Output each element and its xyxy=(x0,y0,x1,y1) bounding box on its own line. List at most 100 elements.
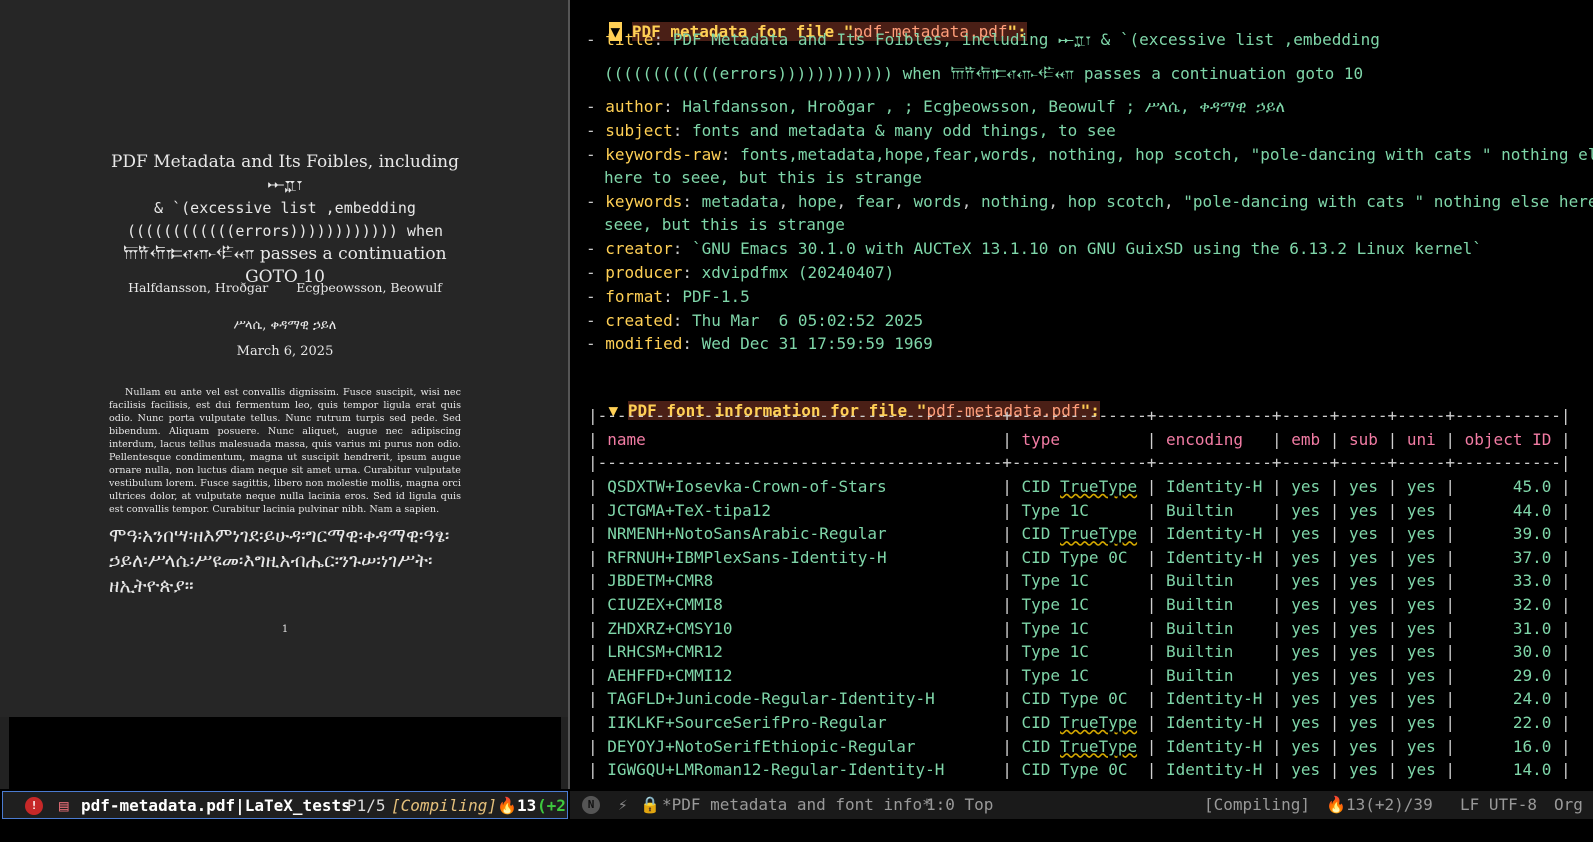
meta-key: keywords xyxy=(605,192,683,211)
major-mode: Org xyxy=(1554,795,1583,814)
font-table-row: | ZHDXRZ+CMSY10 | Type 1C | Builtin | ye… xyxy=(588,618,1571,638)
meta-key: format xyxy=(605,287,664,306)
font-cell-emb: yes xyxy=(1291,595,1321,614)
meta-value: fonts and metadata & many odd things, to… xyxy=(691,121,1116,140)
meta-value: PDF Metadata and Its Foibles, including … xyxy=(672,30,1380,49)
font-cell-object-id: 33.0 xyxy=(1512,571,1552,591)
font-cell-uni: yes xyxy=(1406,618,1436,638)
echo-area[interactable] xyxy=(0,819,1593,842)
font-cell-uni: yes xyxy=(1406,571,1436,591)
keyword-item: fear xyxy=(855,192,895,211)
error-badge-icon[interactable]: ! xyxy=(25,797,43,815)
meta-key: producer xyxy=(605,263,683,282)
compile-status: [Compiling] xyxy=(1204,795,1310,814)
font-cell-encoding: Identity-H xyxy=(1166,477,1263,496)
column-header: encoding xyxy=(1165,430,1244,449)
font-cell-encoding: Builtin xyxy=(1166,618,1234,638)
font-cell-uni: yes xyxy=(1406,547,1436,567)
meta-keywords-line: - keywords: metadata, hope, fear, words,… xyxy=(586,192,1593,211)
font-cell-emb: yes xyxy=(1291,571,1321,591)
column-header: name xyxy=(607,430,646,449)
font-table-row: | TAGFLD+Junicode-Regular-Identity-H | C… xyxy=(588,689,1571,709)
font-cell-encoding: Builtin xyxy=(1166,571,1234,591)
meta-value: here to seee, but this is strange xyxy=(604,168,922,187)
font-cell-type: CID TrueType xyxy=(1021,736,1138,756)
font-cell-emb: yes xyxy=(1291,524,1321,544)
font-cell-object-id: 39.0 xyxy=(1512,524,1552,544)
font-cell-type: CID Type 0C xyxy=(1021,689,1128,709)
font-cell-emb: yes xyxy=(1291,689,1321,709)
pdf-title-line: passes a continuation xyxy=(259,244,447,264)
font-cell-type: Type 1C xyxy=(1021,500,1089,520)
lock-icon: 🔒 xyxy=(640,795,660,814)
meta-created-line: - created: Thu Mar 6 05:02:52 2025 xyxy=(586,311,924,330)
font-cell-name: CIUZEX+CMMI8 xyxy=(607,595,723,614)
compile-status: [Compiling] xyxy=(391,796,497,815)
font-cell-name: RFRNUH+IBMPlexSans-Identity-H xyxy=(607,547,887,567)
org-buffer[interactable]: ▼ PDF metadata for file "pdf-metadata.pd… xyxy=(570,0,1593,789)
font-cell-name: JCTGMA+TeX-tipa12 xyxy=(607,500,772,520)
font-cell-name: TAGFLD+Junicode-Regular-Identity-H xyxy=(607,689,935,709)
font-cell-object-id: 32.0 xyxy=(1512,595,1552,614)
font-cell-sub: yes xyxy=(1349,713,1378,732)
font-table-row: | RFRNUH+IBMPlexSans-Identity-H | CID Ty… xyxy=(588,547,1571,567)
meta-value: passes a continuation goto 10 xyxy=(1083,64,1364,83)
font-cell-type: CID Type 0C xyxy=(1021,760,1128,780)
font-cell-emb: yes xyxy=(1291,665,1321,685)
font-cell-emb: yes xyxy=(1291,736,1321,756)
meta-value: seee, but this is strange xyxy=(604,215,845,234)
font-cell-type: Type 1C xyxy=(1021,642,1089,662)
font-cell-sub: yes xyxy=(1349,665,1378,685)
keyword-item: nothing xyxy=(980,192,1049,211)
font-cell-uni: yes xyxy=(1406,665,1436,685)
meta-keywords-cont: seee, but this is strange xyxy=(604,215,845,234)
font-cell-sub: yes xyxy=(1349,760,1378,780)
font-cell-object-id: 30.0 xyxy=(1512,642,1552,662)
meta-value: ((((((((((((errors)))))))))))) when xyxy=(604,64,942,83)
pdf-title-line: ((((((((((((errors)))))))))))) when xyxy=(126,222,444,240)
error-count: 13(+2)/39 xyxy=(1346,795,1433,814)
keyword-item: "pole-dancing with cats " nothing else h… xyxy=(1183,192,1593,211)
pdf-paragraph: Nullam eu ante vel est convallis digniss… xyxy=(109,387,461,515)
font-cell-sub: yes xyxy=(1349,547,1378,567)
font-cell-encoding: Identity-H xyxy=(1166,524,1263,544)
meta-key: keywords-raw xyxy=(605,145,721,164)
pdf-title-line: & `(excessive list ,embedding xyxy=(154,199,416,217)
font-cell-encoding: Identity-H xyxy=(1166,713,1263,732)
font-cell-encoding: Builtin xyxy=(1166,500,1234,520)
pdf-title-line: PDF Metadata and Its Foibles, including … xyxy=(110,152,460,195)
font-cell-name: ZHDXRZ+CMSY10 xyxy=(607,618,733,638)
font-cell-object-id: 24.0 xyxy=(1512,689,1552,709)
font-cell-sub: yes xyxy=(1349,524,1378,544)
font-cell-uni: yes xyxy=(1406,524,1436,544)
flame-icon: 🔥 xyxy=(497,796,517,815)
font-cell-uni: yes xyxy=(1406,760,1436,780)
font-cell-name: JBDETM+CMR8 xyxy=(607,571,714,591)
column-header: object ID xyxy=(1464,430,1552,449)
font-cell-name: DEYOYJ+NotoSerifEthiopic-Regular xyxy=(607,736,916,756)
font-cell-name: IGWGQU+LMRoman12-Regular-Identity-H xyxy=(607,760,945,780)
meta-kwraw-cont: here to seee, but this is strange xyxy=(604,168,922,187)
pdf-page-gap xyxy=(9,717,561,789)
narrow-badge-icon[interactable]: N xyxy=(582,796,600,814)
font-cell-uni: yes xyxy=(1406,689,1436,709)
meta-format-line: - format: PDF-1.5 xyxy=(586,287,750,306)
pdf-authors: Halfdansson, Hroðgar Ecgþeowsson, Beowulf xyxy=(100,280,470,295)
font-cell-emb: yes xyxy=(1291,547,1321,567)
font-cell-type: CID Type 0C xyxy=(1021,547,1128,567)
keyword-item: hope xyxy=(797,192,837,211)
font-cell-type: CID TrueType xyxy=(1021,524,1138,544)
meta-title-line: - title: PDF Metadata and Its Foibles, i… xyxy=(586,30,1380,49)
meta-key: creator xyxy=(605,239,673,258)
meta-title-cont: ((((((((((((errors)))))))))))) when 𐎠𐎡𐎢𐎣… xyxy=(604,64,1363,84)
font-cell-type: CID TrueType xyxy=(1021,713,1138,732)
pdf-viewer[interactable]: PDF Metadata and Its Foibles, including … xyxy=(0,0,568,789)
pdf-page[interactable]: PDF Metadata and Its Foibles, including … xyxy=(0,0,568,717)
font-cell-type: Type 1C xyxy=(1021,595,1089,614)
encoding: LF UTF-8 xyxy=(1460,795,1538,814)
font-cell-uni: yes xyxy=(1406,500,1436,520)
pdf-title: PDF Metadata and Its Foibles, including … xyxy=(100,151,470,289)
buffer-name: *PDF metadata and font info* xyxy=(662,795,932,814)
keyword-item: metadata xyxy=(701,192,779,211)
font-cell-name: QSDXTW+Iosevka-Crown-of-Stars xyxy=(607,477,887,496)
